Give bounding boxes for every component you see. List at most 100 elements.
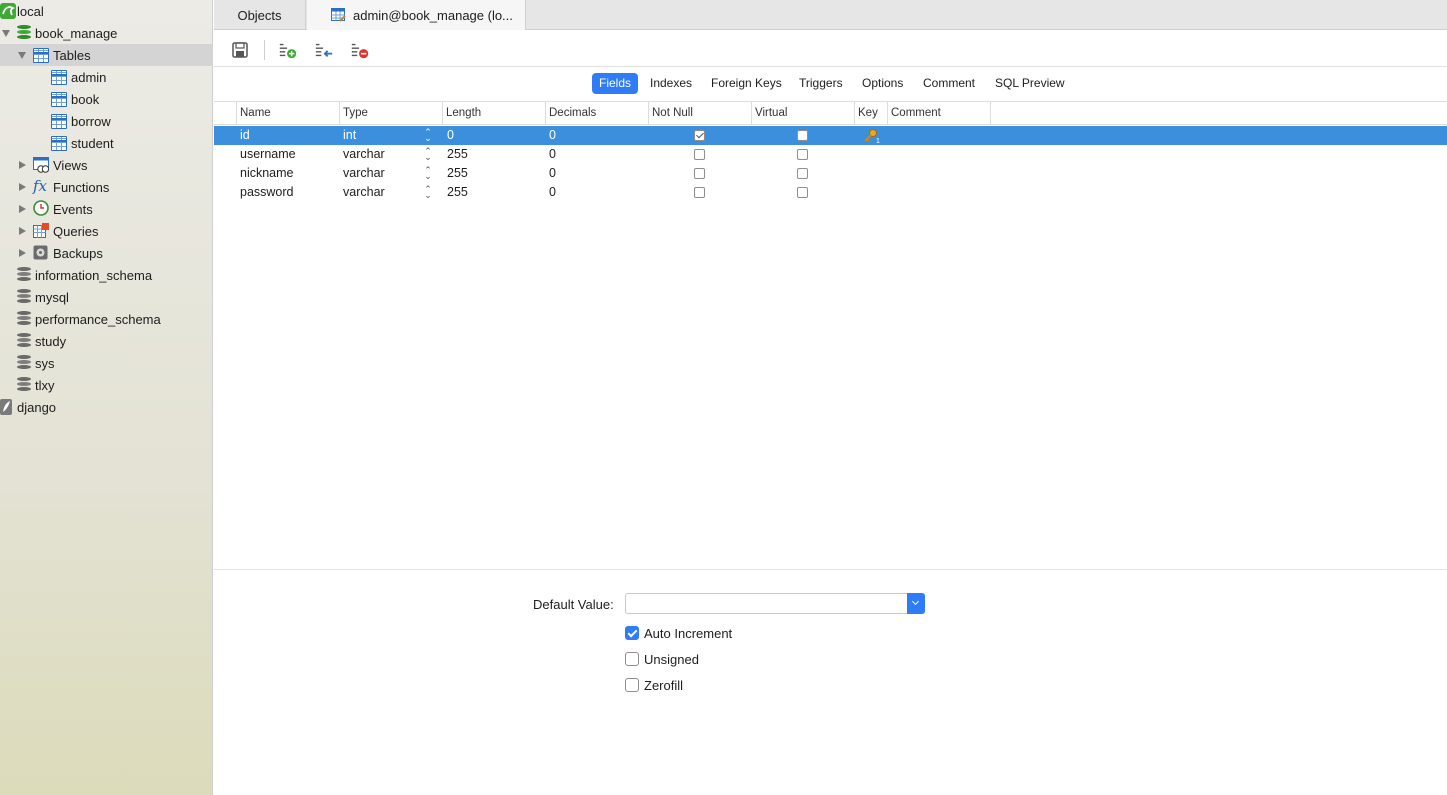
- column-header-length[interactable]: Length: [442, 102, 545, 124]
- type-stepper-icon[interactable]: ⌃ ⌄: [424, 147, 432, 162]
- segment-options[interactable]: Options: [855, 73, 910, 94]
- unsigned-checkbox[interactable]: [625, 652, 639, 666]
- auto-increment-label: Auto Increment: [644, 625, 733, 641]
- zerofill-checkbox[interactable]: [625, 678, 639, 692]
- not-null-checkbox[interactable]: [694, 149, 705, 160]
- tree-events[interactable]: Events: [0, 198, 213, 220]
- auto-increment-option[interactable]: Auto Increment: [625, 625, 732, 641]
- disclosure-collapsed-icon[interactable]: [17, 182, 27, 192]
- table-row[interactable]: id int ⌃ ⌄ 0 0 1: [214, 126, 1447, 145]
- segment-fields[interactable]: Fields: [592, 73, 639, 94]
- field-length-cell[interactable]: 0: [447, 126, 454, 145]
- tree-queries[interactable]: Queries: [0, 220, 213, 242]
- column-header-decimals[interactable]: Decimals: [545, 102, 648, 124]
- database-gray-icon: [17, 267, 33, 283]
- tables-icon: [33, 48, 49, 63]
- connection-local[interactable]: local: [0, 0, 213, 22]
- database-mysql[interactable]: mysql: [0, 286, 213, 308]
- field-length-cell[interactable]: 255: [447, 164, 468, 183]
- tree-table-borrow[interactable]: borrow: [0, 110, 213, 132]
- tree-table-book[interactable]: book: [0, 88, 213, 110]
- tab-table-design-label: admin@book_manage (lo...: [353, 7, 513, 23]
- type-stepper-icon[interactable]: ⌃ ⌄: [424, 128, 432, 143]
- field-name-cell[interactable]: username: [240, 145, 296, 164]
- field-decimals-cell[interactable]: 0: [549, 164, 556, 183]
- table-row[interactable]: password varchar ⌃ ⌄ 255 0: [214, 183, 1447, 202]
- column-header-key[interactable]: Key: [854, 102, 887, 124]
- unsigned-option[interactable]: Unsigned: [625, 651, 699, 667]
- disclosure-collapsed-icon[interactable]: [17, 160, 27, 170]
- tree-backups[interactable]: Backups: [0, 242, 213, 264]
- field-name-cell[interactable]: nickname: [240, 164, 294, 183]
- database-sys[interactable]: sys: [0, 352, 213, 374]
- column-header-virtual[interactable]: Virtual: [751, 102, 854, 124]
- insert-field-icon[interactable]: [314, 40, 334, 60]
- field-decimals-cell[interactable]: 0: [549, 145, 556, 164]
- virtual-checkbox[interactable]: [797, 187, 808, 198]
- disclosure-collapsed-icon[interactable]: [17, 204, 27, 214]
- segment-foreign-keys[interactable]: Foreign Keys: [704, 73, 789, 94]
- database-book-manage-label: book_manage: [35, 25, 118, 41]
- tab-objects[interactable]: Objects: [214, 0, 306, 30]
- database-book-manage[interactable]: book_manage: [0, 22, 213, 44]
- auto-increment-checkbox[interactable]: [625, 626, 639, 640]
- primary-key-icon: 1: [864, 129, 880, 144]
- disclosure-expanded-icon[interactable]: [17, 50, 27, 60]
- field-type-cell[interactable]: int: [343, 126, 356, 145]
- virtual-checkbox[interactable]: [797, 168, 808, 179]
- field-name-cell[interactable]: id: [240, 126, 250, 145]
- database-gray-icon: [17, 377, 33, 393]
- database-performance-schema[interactable]: performance_schema: [0, 308, 213, 330]
- tables-label: Tables: [53, 47, 91, 63]
- not-null-checkbox[interactable]: [694, 130, 705, 141]
- tree-table-student[interactable]: student: [0, 132, 213, 154]
- connection-local-label: local: [17, 3, 44, 19]
- database-study[interactable]: study: [0, 330, 213, 352]
- table-admin-label: admin: [71, 69, 107, 85]
- tree-table-admin[interactable]: admin: [0, 66, 213, 88]
- segment-comment[interactable]: Comment: [916, 73, 982, 94]
- chevron-down-icon[interactable]: [907, 593, 925, 614]
- database-information-schema[interactable]: information_schema: [0, 264, 213, 286]
- database-tlxy[interactable]: tlxy: [0, 374, 213, 396]
- field-name-cell[interactable]: password: [240, 183, 294, 202]
- tab-table-design[interactable]: admin@book_manage (lo...: [307, 0, 526, 30]
- virtual-checkbox[interactable]: [797, 149, 808, 160]
- segment-sql-preview[interactable]: SQL Preview: [988, 73, 1072, 94]
- default-value-combobox[interactable]: [625, 593, 925, 614]
- tree-functions[interactable]: fx Functions: [0, 176, 213, 198]
- field-type-cell[interactable]: varchar: [343, 164, 385, 183]
- zerofill-option[interactable]: Zerofill: [625, 677, 683, 693]
- field-length-cell[interactable]: 255: [447, 183, 468, 202]
- table-row[interactable]: username varchar ⌃ ⌄ 255 0: [214, 145, 1447, 164]
- field-decimals-cell[interactable]: 0: [549, 183, 556, 202]
- unsigned-label: Unsigned: [644, 651, 699, 667]
- mysql-connection-icon: [0, 3, 16, 19]
- virtual-checkbox[interactable]: [797, 130, 808, 141]
- field-decimals-cell[interactable]: 0: [549, 126, 556, 145]
- segment-indexes[interactable]: Indexes: [643, 73, 699, 94]
- field-length-cell[interactable]: 255: [447, 145, 468, 164]
- tree-views[interactable]: Views: [0, 154, 213, 176]
- column-header-comment[interactable]: Comment: [887, 102, 991, 124]
- delete-field-icon[interactable]: [350, 40, 370, 60]
- not-null-checkbox[interactable]: [694, 187, 705, 198]
- column-header-name[interactable]: Name: [236, 102, 339, 124]
- disclosure-collapsed-icon[interactable]: [17, 248, 27, 258]
- tree-tables[interactable]: Tables: [0, 44, 213, 66]
- disclosure-collapsed-icon[interactable]: [17, 226, 27, 236]
- save-icon[interactable]: [230, 40, 250, 60]
- column-header-not-null[interactable]: Not Null: [648, 102, 751, 124]
- add-field-icon[interactable]: [278, 40, 298, 60]
- column-header-type[interactable]: Type: [339, 102, 442, 124]
- field-type-cell[interactable]: varchar: [343, 183, 385, 202]
- field-type-cell[interactable]: varchar: [343, 145, 385, 164]
- not-null-checkbox[interactable]: [694, 168, 705, 179]
- connection-django[interactable]: django: [0, 396, 213, 418]
- table-icon: [51, 114, 67, 129]
- type-stepper-icon[interactable]: ⌃ ⌄: [424, 166, 432, 181]
- disclosure-expanded-icon[interactable]: [1, 28, 11, 38]
- segment-triggers[interactable]: Triggers: [792, 73, 850, 94]
- type-stepper-icon[interactable]: ⌃ ⌄: [424, 185, 432, 200]
- table-row[interactable]: nickname varchar ⌃ ⌄ 255 0: [214, 164, 1447, 183]
